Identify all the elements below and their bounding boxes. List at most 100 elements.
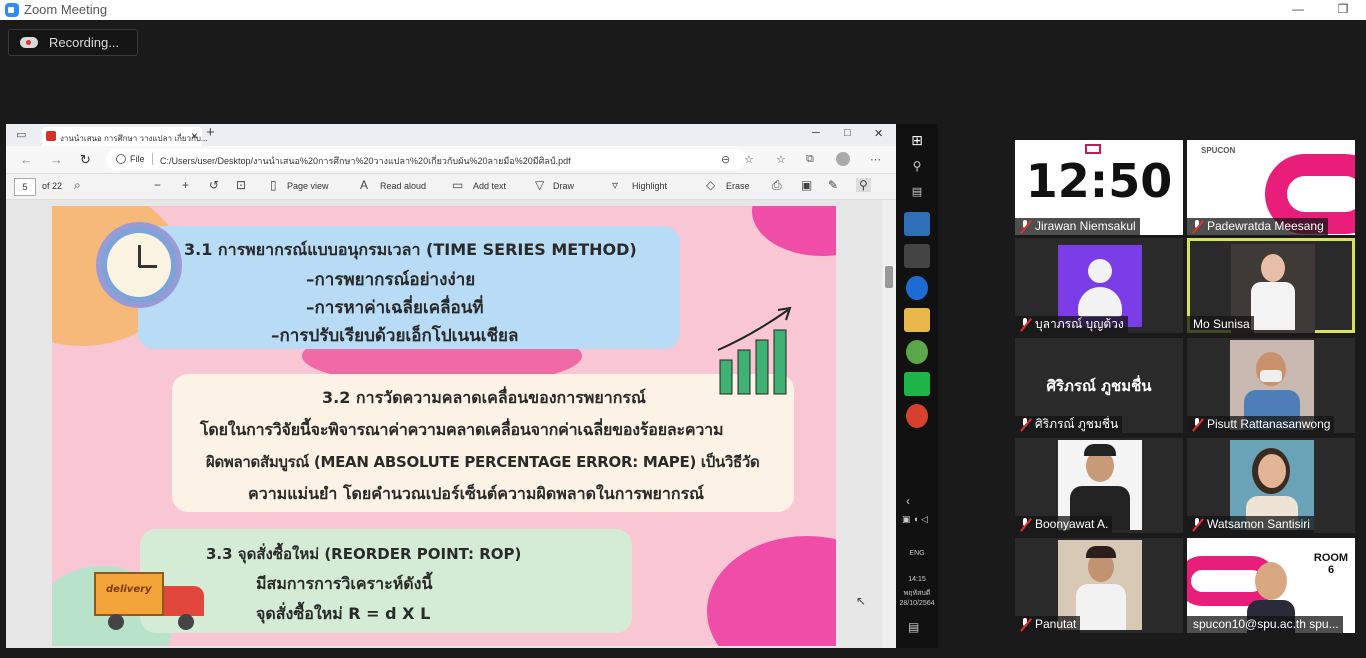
- page-total: of 22: [42, 181, 63, 191]
- cloud-record-icon: [20, 37, 38, 48]
- recording-indicator[interactable]: Recording...: [8, 29, 138, 56]
- browser-minimize-icon[interactable]: ─: [812, 127, 820, 139]
- zoom-out-icon[interactable]: ⊖: [721, 153, 730, 166]
- s2-line: ผิดพลาดสัมบูรณ์ (MEAN ABSOLUTE PERCENTAG…: [206, 453, 760, 471]
- show-hidden-icons[interactable]: ‹: [906, 494, 910, 508]
- more-menu-icon[interactable]: ⋯: [870, 153, 881, 166]
- chrome-app-icon[interactable]: [906, 404, 928, 428]
- browser-maximize-icon[interactable]: □: [844, 127, 851, 139]
- store-app-icon[interactable]: [904, 244, 930, 268]
- draw-icon[interactable]: ▽: [535, 178, 544, 192]
- participant-tile[interactable]: ศิริภรณ์ ภูชมชื่น ศิริภรณ์ ภูชมชื่น: [1015, 338, 1183, 433]
- participant-name: Pisutt Rattanasanwong: [1187, 416, 1335, 433]
- mail-app-icon[interactable]: [904, 212, 930, 236]
- highlight-icon[interactable]: ▿: [612, 178, 618, 192]
- clock-date: 28/10/2564: [899, 600, 935, 607]
- participant-tile[interactable]: Boonyawat A.: [1015, 438, 1183, 533]
- zoom-minus-icon[interactable]: −: [154, 178, 161, 192]
- pdf-viewport[interactable]: delivery 3.1 การพยากรณ์แบบอนุกรมเวลา (TI…: [6, 200, 896, 648]
- participant-tile[interactable]: SPUCON Padewratda Meesang: [1187, 140, 1355, 235]
- decor-blob: [752, 206, 836, 256]
- print-icon[interactable]: ⎙: [772, 178, 782, 193]
- address-row: ← → ↻ File C:/Users/user/Desktop/งานนำเส…: [6, 146, 896, 174]
- url-scheme-label: File: [130, 154, 145, 164]
- browser-tab[interactable]: งานนำเสนอ การศึกษา วางแปลา เกี่ยวกับ... …: [42, 127, 208, 146]
- save-as-icon[interactable]: ✎: [828, 178, 838, 192]
- participant-tile[interactable]: ROOM 6 spucon10@spu.ac.th spu...: [1187, 538, 1355, 633]
- search-icon[interactable]: ⌕: [74, 178, 81, 193]
- browser-close-icon[interactable]: ✕: [874, 127, 883, 140]
- refresh-icon[interactable]: ↻: [80, 152, 91, 168]
- zoom-logo-icon: [5, 3, 19, 17]
- page-view-icon[interactable]: ▯: [270, 178, 277, 192]
- utorrent-app-icon[interactable]: [906, 340, 928, 364]
- s2-line: ความแม่นยำ โดยคำนวณเปอร์เซ็นต์ความผิดพลา…: [248, 484, 704, 503]
- participant-tile[interactable]: Pisutt Rattanasanwong: [1187, 338, 1355, 433]
- collections-icon[interactable]: ⧉: [806, 153, 814, 166]
- decor-blob: [707, 536, 836, 646]
- highlight-button[interactable]: Highlight: [632, 181, 667, 191]
- pin-icon[interactable]: ⚲: [856, 178, 871, 192]
- file-explorer-icon[interactable]: [904, 308, 930, 332]
- muted-mic-icon: [1020, 618, 1031, 631]
- task-view-icon[interactable]: ▤: [904, 180, 930, 204]
- restore-button[interactable]: ❐: [1328, 0, 1358, 20]
- back-icon[interactable]: ←: [20, 152, 33, 167]
- clock-time[interactable]: 14:15: [896, 576, 938, 583]
- avatar: [1058, 245, 1142, 327]
- video-gallery: 12:50 Jirawan Niemsakul SPUCON Padewratd…: [1013, 138, 1357, 634]
- tab-actions-icon[interactable]: ▭: [16, 128, 26, 141]
- s3-title: 3.3 จุดสั่งซื้อใหม่ (REORDER POINT: ROP): [206, 545, 522, 563]
- windows-start-icon[interactable]: ⊞: [904, 128, 930, 152]
- muted-mic-icon: [1192, 220, 1203, 233]
- input-language[interactable]: ENG: [896, 550, 938, 557]
- erase-icon[interactable]: ◇: [706, 178, 715, 192]
- close-tab-icon[interactable]: ×: [191, 129, 198, 143]
- clock-display: 12:50: [1025, 154, 1173, 208]
- shared-screen: ▭ งานนำเสนอ การศึกษา วางแปลา เกี่ยวกับ..…: [6, 124, 938, 648]
- participant-tile-active-speaker[interactable]: Mo Sunisa: [1187, 238, 1355, 333]
- address-bar[interactable]: File C:/Users/user/Desktop/งานนำเสนอ%20ก…: [106, 149, 746, 170]
- pdf-toolbar: 5 of 22 ⌕ − + ↺ ⊡ ▯ Page view A Read alo…: [6, 174, 896, 200]
- s1-item: –การหาค่าเฉลี่ยเคลื่อนที่: [306, 298, 484, 318]
- profile-avatar[interactable]: [836, 152, 850, 166]
- forward-icon[interactable]: →: [50, 152, 63, 167]
- participant-tile[interactable]: 12:50 Jirawan Niemsakul: [1015, 140, 1183, 235]
- clock-day: พฤหัสบดี: [903, 590, 931, 597]
- scroll-thumb[interactable]: [885, 266, 893, 288]
- muted-mic-icon: [1020, 518, 1031, 531]
- pdf-scrollbar[interactable]: [882, 200, 896, 648]
- erase-button[interactable]: Erase: [726, 181, 750, 191]
- read-aloud-button[interactable]: Read aloud: [380, 181, 426, 191]
- minimize-button[interactable]: —: [1283, 0, 1313, 20]
- line-app-icon[interactable]: [904, 372, 930, 396]
- participant-name: Watsamon Santisiri: [1187, 516, 1314, 533]
- add-text-icon[interactable]: ▭: [452, 178, 463, 192]
- fit-page-icon[interactable]: ⊡: [236, 178, 246, 192]
- participant-tile[interactable]: บุลาภรณ์ บุญต้วง: [1015, 238, 1183, 333]
- read-aloud-icon[interactable]: A: [360, 178, 368, 192]
- zoom-plus-icon[interactable]: +: [182, 178, 189, 192]
- participant-tile[interactable]: Panutat: [1015, 538, 1183, 633]
- favorites-icon[interactable]: ☆: [776, 153, 786, 166]
- rotate-icon[interactable]: ↺: [209, 178, 219, 192]
- pdf-icon: [46, 131, 56, 141]
- page-view-button[interactable]: Page view: [287, 181, 329, 191]
- notification-icon[interactable]: ▤: [908, 620, 919, 634]
- search-taskbar-icon[interactable]: ⚲: [904, 154, 930, 178]
- participant-tile[interactable]: Watsamon Santisiri: [1187, 438, 1355, 533]
- muted-mic-icon: [1192, 518, 1203, 531]
- add-text-button[interactable]: Add text: [473, 181, 506, 191]
- s1-item: –การปรับเรียบด้วยเอ็กโปเนนเชียล: [271, 326, 519, 346]
- save-icon[interactable]: ▣: [801, 178, 812, 192]
- s2-line: โดยในการวิจัยนี้จะพิจารณาค่าความคลาดเคลื…: [200, 420, 724, 439]
- muted-mic-icon: [1020, 220, 1031, 233]
- page-number-input[interactable]: 5: [14, 178, 36, 196]
- new-tab-button[interactable]: +: [206, 124, 215, 141]
- draw-button[interactable]: Draw: [553, 181, 574, 191]
- s2-title: 3.2 การวัดความคลาดเคลื่อนของการพยากรณ์: [322, 388, 646, 407]
- network-sound-icons[interactable]: ▣ ◖ ◁: [902, 514, 928, 525]
- favorite-add-icon[interactable]: ☆: [744, 153, 754, 166]
- edge-app-icon[interactable]: [906, 276, 928, 300]
- url-text: C:/Users/user/Desktop/งานนำเสนอ%20การศึก…: [160, 156, 571, 166]
